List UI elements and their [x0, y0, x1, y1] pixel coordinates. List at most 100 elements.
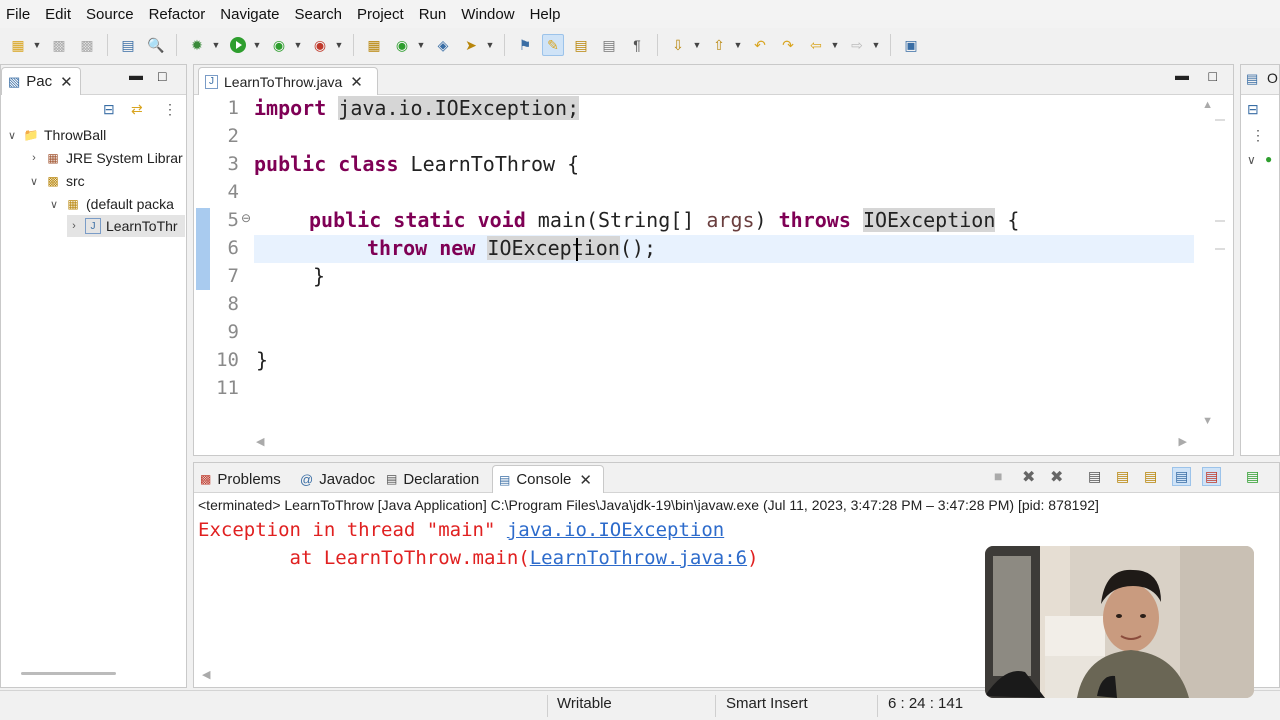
save-all-icon[interactable]: ▩ — [76, 34, 98, 56]
collapse-all-icon[interactable]: ⊟ — [1247, 101, 1259, 118]
close-icon[interactable]: ✕ — [60, 73, 73, 91]
show-whitespace-icon[interactable]: ¶ — [626, 34, 648, 56]
code-line-5[interactable]: public static void main(String[] args) t… — [309, 208, 1019, 232]
tab-package-explorer[interactable]: ▧ Pac ✕ — [1, 67, 81, 95]
link-with-editor-icon[interactable]: ⇄ — [131, 101, 143, 118]
outline-tab-label[interactable]: O — [1267, 70, 1278, 86]
minimize-icon[interactable]: ▬ — [129, 67, 143, 83]
chevron-right-icon[interactable]: › — [67, 220, 81, 232]
open-task-icon[interactable]: ➤ — [460, 34, 482, 56]
run-icon[interactable] — [227, 34, 249, 56]
menu-project[interactable]: Project — [351, 6, 413, 23]
next-annotation-dropdown-icon[interactable]: ▼ — [692, 40, 702, 50]
menu-navigate[interactable]: Navigate — [214, 6, 288, 23]
tab-problems[interactable]: ▩ Problems — [194, 465, 287, 493]
remove-all-icon[interactable]: ✖ — [1050, 467, 1063, 487]
scroll-up-icon[interactable]: ▲ — [1202, 99, 1213, 111]
back-dropdown-icon[interactable]: ▼ — [830, 40, 840, 50]
code-line-7[interactable]: } — [313, 264, 325, 288]
close-icon[interactable]: ✕ — [350, 73, 363, 91]
tree-item[interactable]: ∨ ▦ (default packa — [47, 193, 185, 215]
last-edit-icon[interactable]: ↶ — [749, 34, 771, 56]
menu-help[interactable]: Help — [524, 6, 570, 23]
new-package-icon[interactable]: ▦ — [363, 34, 385, 56]
stack-trace-link[interactable]: LearnToThrow.java:6 — [530, 547, 747, 569]
outline-icon[interactable]: ▤ — [1246, 71, 1258, 87]
open-type-icon[interactable]: ◈ — [432, 34, 454, 56]
debug-dropdown-icon[interactable]: ▼ — [211, 40, 221, 50]
forward-dropdown-icon[interactable]: ▼ — [871, 40, 881, 50]
scroll-right-icon[interactable]: ▶ — [1179, 435, 1187, 448]
coverage-icon[interactable]: ◉ — [268, 34, 290, 56]
collapse-all-icon[interactable]: ⊟ — [103, 101, 115, 118]
code-line-10[interactable]: } — [256, 348, 268, 372]
maximize-icon[interactable]: □ — [158, 68, 166, 84]
menu-window[interactable]: Window — [455, 6, 523, 23]
minimize-icon[interactable]: ▬ — [1175, 67, 1189, 83]
search-icon[interactable]: 🔍 — [145, 34, 167, 56]
maximize-icon[interactable]: □ — [1209, 68, 1217, 84]
mark-occurrences-icon[interactable]: ✎ — [542, 34, 564, 56]
fold-minus-icon[interactable]: ⊖ — [241, 211, 251, 225]
chevron-down-icon[interactable]: ∨ — [27, 175, 41, 188]
back-icon[interactable]: ⇦ — [805, 34, 827, 56]
menu-refactor[interactable]: Refactor — [143, 6, 215, 23]
word-wrap-icon[interactable]: ▤ — [598, 34, 620, 56]
forward-icon[interactable]: ⇨ — [846, 34, 868, 56]
next-annotation-icon[interactable]: ⇩ — [667, 34, 689, 56]
view-menu-icon[interactable]: ⋮ — [163, 101, 177, 118]
scroll-left-icon[interactable]: ◀ — [256, 435, 264, 448]
external-tools-icon[interactable]: ◉ — [309, 34, 331, 56]
save-icon[interactable]: ▩ — [48, 34, 70, 56]
new-icon[interactable]: ▦ — [7, 34, 29, 56]
show-on-output-icon[interactable]: ▤ — [1172, 467, 1192, 486]
tree-item[interactable]: › ▦ JRE System Librar — [27, 147, 185, 169]
overview-marker[interactable] — [1215, 248, 1225, 250]
menu-file[interactable]: File — [0, 6, 39, 23]
terminate-icon[interactable]: ■ — [994, 468, 1002, 484]
open-task-dropdown-icon[interactable]: ▼ — [485, 40, 495, 50]
chevron-down-icon[interactable]: ∨ — [47, 198, 61, 211]
remove-launch-icon[interactable]: ✖ — [1022, 467, 1035, 487]
tree-item[interactable]: ∨ 📁 ThrowBall — [5, 124, 185, 146]
tab-declaration[interactable]: ▤ Declaration — [380, 465, 485, 493]
code-line-1[interactable]: import java.io.IOException; — [254, 96, 580, 120]
pin-console-icon[interactable]: ▤ — [1246, 468, 1259, 485]
word-wrap-icon[interactable]: ▤ — [1144, 468, 1157, 485]
new-class-icon[interactable]: ◉ — [391, 34, 413, 56]
menu-search[interactable]: Search — [288, 6, 351, 23]
open-perspective-icon[interactable]: ▣ — [900, 34, 922, 56]
menu-source[interactable]: Source — [80, 6, 143, 23]
debug-icon[interactable]: ✹ — [186, 34, 208, 56]
scroll-down-icon[interactable]: ▼ — [1202, 415, 1213, 427]
tab-javadoc[interactable]: @ Javadoc — [294, 465, 381, 493]
view-menu-icon[interactable]: ⋮ — [1251, 127, 1265, 144]
tree-item-selected[interactable]: › J LearnToThr — [67, 215, 185, 237]
external-tools-dropdown-icon[interactable]: ▼ — [334, 40, 344, 50]
chevron-down-icon[interactable]: ∨ — [1247, 153, 1256, 167]
exception-link[interactable]: java.io.IOException — [507, 519, 724, 541]
menu-edit[interactable]: Edit — [39, 6, 80, 23]
code-line-6[interactable]: throw new IOException(); — [367, 236, 656, 260]
tab-learntothrow-java[interactable]: J LearnToThrow.java ✕ — [198, 67, 378, 95]
overview-marker[interactable] — [1215, 119, 1225, 121]
close-icon[interactable]: ✕ — [579, 471, 592, 489]
menu-run[interactable]: Run — [413, 6, 456, 23]
terminal-icon[interactable]: ▤ — [117, 34, 139, 56]
previous-annotation-icon[interactable]: ⇧ — [708, 34, 730, 56]
toggle-breadcrumb-icon[interactable]: ⚑ — [514, 34, 536, 56]
run-dropdown-icon[interactable]: ▼ — [252, 40, 262, 50]
scroll-lock-icon[interactable]: ▤ — [1116, 468, 1129, 485]
chevron-right-icon[interactable]: › — [27, 152, 41, 164]
new-dropdown-icon[interactable]: ▼ — [32, 40, 42, 50]
chevron-down-icon[interactable]: ∨ — [5, 129, 19, 142]
tab-console[interactable]: ▤ Console ✕ — [492, 465, 604, 493]
coverage-dropdown-icon[interactable]: ▼ — [293, 40, 303, 50]
tree-item[interactable]: ∨ ▩ src — [27, 170, 185, 192]
block-selection-icon[interactable]: ▤ — [570, 34, 592, 56]
code-line-3[interactable]: public class LearnToThrow { — [254, 152, 579, 176]
new-class-dropdown-icon[interactable]: ▼ — [416, 40, 426, 50]
overview-marker[interactable] — [1215, 220, 1225, 222]
scroll-left-icon[interactable]: ◀ — [202, 668, 210, 681]
previous-annotation-dropdown-icon[interactable]: ▼ — [733, 40, 743, 50]
